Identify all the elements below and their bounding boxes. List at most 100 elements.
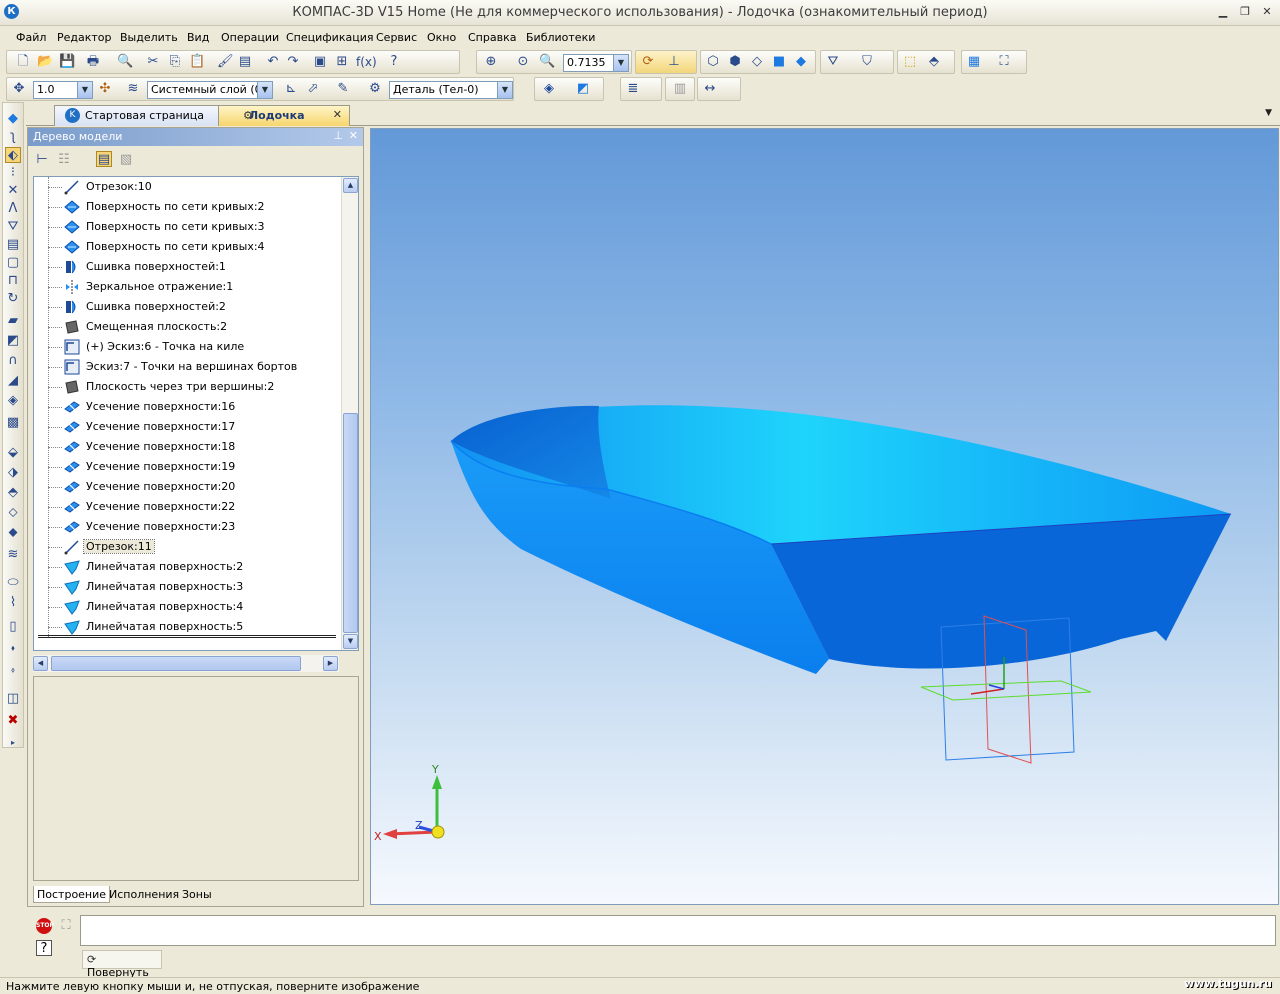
spatial-curves-icon[interactable]: ʅ (5, 129, 21, 145)
tree-item[interactable]: Линейчатая поверхность:2 (34, 557, 340, 577)
tree-item[interactable]: (+) Эскиз:6 - Точка на киле (34, 337, 340, 357)
rotate-tab[interactable]: ⟳ Повернуть (82, 950, 162, 979)
minimize-button[interactable]: ▁ (1216, 5, 1230, 19)
new-file-icon[interactable]: 🗋 (15, 54, 31, 70)
grid-icon[interactable]: ▥ (672, 81, 688, 97)
command-input[interactable] (80, 915, 1276, 946)
elements-icon[interactable]: ⊓ (5, 273, 21, 289)
extend-surface-icon[interactable]: ≋ (5, 547, 21, 563)
cut-icon[interactable]: ✂ (145, 54, 161, 70)
tree-item[interactable]: Отрезок:10 (34, 177, 340, 197)
tree-vertical-scrollbar[interactable]: ▲ ▼ (341, 177, 358, 650)
tree-list-icon[interactable]: ▧ (118, 152, 134, 168)
wireframe-icon[interactable]: ⬡ (705, 54, 721, 70)
tree-item[interactable]: Линейчатая поверхность:5 (34, 617, 340, 637)
measure-icon[interactable]: ⛶ (996, 54, 1012, 70)
tree-item[interactable]: Поверхность по сети кривых:2 (34, 197, 340, 217)
print-icon[interactable]: 🖶 (85, 54, 101, 70)
variables-icon[interactable]: ⊞ (334, 54, 350, 70)
dimension-icon[interactable]: ↔ (702, 81, 718, 97)
3d-viewport[interactable]: Y X Z (370, 128, 1279, 905)
chevron-down-icon[interactable]: ▼ (613, 55, 628, 71)
tree-item[interactable]: Усечение поверхности:18 (34, 437, 340, 457)
tree-item[interactable]: Смещенная плоскость:2 (34, 317, 340, 337)
menu-view[interactable]: Вид (187, 31, 209, 44)
diagnostics-icon[interactable]: Λ (5, 201, 21, 217)
sketch-mode-icon[interactable]: ✎ (335, 81, 351, 97)
menu-libraries[interactable]: Библиотеки (526, 31, 595, 44)
appearance-icon[interactable]: ⬘ (926, 54, 942, 70)
shift-surface-icon[interactable]: ⬥ (5, 525, 21, 541)
h-scroll-thumb[interactable] (51, 656, 301, 671)
tree-item[interactable]: Усечение поверхности:17 (34, 417, 340, 437)
manager-icon[interactable]: ▣ (312, 54, 328, 70)
step-combo[interactable]: 1.0 ▼ (33, 81, 93, 99)
scroll-thumb[interactable] (343, 413, 358, 633)
tree-item[interactable]: Отрезок:11 (34, 537, 340, 557)
join-surface-icon[interactable]: ⬪ (5, 641, 21, 657)
menu-file[interactable]: Файл (16, 31, 46, 44)
copy-icon[interactable]: ⎘ (167, 54, 183, 70)
tab-executions[interactable]: Исполнения (106, 886, 182, 903)
close-window-button[interactable]: ✕ (1260, 5, 1274, 19)
zoom-icon[interactable]: 🔍 (539, 54, 555, 70)
boat-hull[interactable] (450, 405, 1232, 674)
layer-combo[interactable]: Системный слой (0) ▼ (147, 81, 273, 99)
tree-item[interactable]: Усечение поверхности:20 (34, 477, 340, 497)
tree-item[interactable]: Линейчатая поверхность:4 (34, 597, 340, 617)
filter-icon[interactable]: ⛛ (825, 54, 841, 70)
curves-surface-icon[interactable]: ⬗ (5, 465, 21, 481)
help-pointer-icon[interactable]: ? (386, 54, 402, 70)
tree-item[interactable]: Плоскость через три вершины:2 (34, 377, 340, 397)
aux-geometry-icon[interactable]: ✕ (5, 183, 21, 199)
scroll-left-icon[interactable]: ◀ (33, 656, 48, 671)
section-icon[interactable]: ◩ (575, 81, 591, 97)
tree-item[interactable]: Сшивка поверхностей:2 (34, 297, 340, 317)
tree-item[interactable]: Усечение поверхности:16 (34, 397, 340, 417)
patch-icon[interactable]: ◈ (5, 393, 21, 409)
filter2-icon[interactable]: ⛉ (859, 54, 875, 70)
thin-lines-icon[interactable]: ◇ (749, 54, 765, 70)
sheet-metal-icon[interactable]: ↻ (5, 291, 21, 307)
help-icon[interactable]: ? (36, 940, 52, 956)
preview-icon[interactable]: 🔍 (117, 54, 133, 70)
scroll-right-icon[interactable]: ▶ (323, 656, 338, 671)
tree-item[interactable]: Поверхность по сети кривых:4 (34, 237, 340, 257)
shaded-edges-icon[interactable]: ◆ (793, 54, 809, 70)
offset-surface-icon[interactable]: ⬘ (5, 485, 21, 501)
scroll-up-icon[interactable]: ▲ (343, 178, 358, 193)
tree-horizontal-scrollbar[interactable]: ◀ ▶ (33, 655, 339, 672)
cube-icon[interactable]: ⬚ (902, 54, 918, 70)
points-surface-icon[interactable]: ⬙ (5, 445, 21, 461)
menu-operations[interactable]: Операции (221, 31, 279, 44)
tab-start-page[interactable]: K Стартовая страница (54, 105, 222, 126)
loft-surface-icon[interactable]: ◢ (5, 373, 21, 389)
tab-lodochka[interactable]: ⚙ Лодочка ✕ (218, 105, 350, 126)
menu-window[interactable]: Окно (427, 31, 456, 44)
format-brush-icon[interactable]: 🖌 (217, 54, 234, 70)
tree-order-icon[interactable]: ☷ (56, 152, 72, 168)
local-cs-icon[interactable]: ⊾ (283, 81, 299, 97)
snap-icon[interactable]: ✣ (97, 81, 113, 97)
tree-item[interactable]: Линейчатая поверхность:3 (34, 577, 340, 597)
restore-button[interactable]: ❐ (1238, 5, 1252, 19)
chevron-down-icon[interactable]: ▼ (77, 82, 92, 98)
ruled-surface-icon[interactable]: ⬦ (5, 505, 21, 521)
surface-curve-icon[interactable]: ⬫ (5, 663, 21, 679)
tree-item[interactable]: Сшивка поверхностей:1 (34, 257, 340, 277)
arrays-icon[interactable]: ⁝ (5, 165, 21, 181)
menu-service[interactable]: Сервис (376, 31, 417, 44)
menu-specification[interactable]: Спецификация (286, 31, 373, 44)
tree-item[interactable]: Поверхность по сети кривых:3 (34, 217, 340, 237)
menu-select[interactable]: Выделить (120, 31, 178, 44)
zoom-all-icon[interactable]: ⊙ (515, 54, 531, 70)
stop-icon[interactable]: STOP (36, 918, 54, 934)
orient-icon[interactable]: ◈ (541, 81, 557, 97)
delete-faces-icon[interactable]: ✖ (5, 713, 21, 729)
zoom-combo[interactable]: 0.7135 ▼ (563, 54, 629, 72)
function-icon[interactable]: f(x) (356, 54, 377, 70)
chevron-down-icon[interactable]: ▼ (257, 82, 272, 98)
tree-item[interactable]: Усечение поверхности:19 (34, 457, 340, 477)
pin-icon[interactable]: ⊥ (333, 129, 343, 142)
tabs-menu-icon[interactable]: ▼ (1265, 108, 1272, 118)
